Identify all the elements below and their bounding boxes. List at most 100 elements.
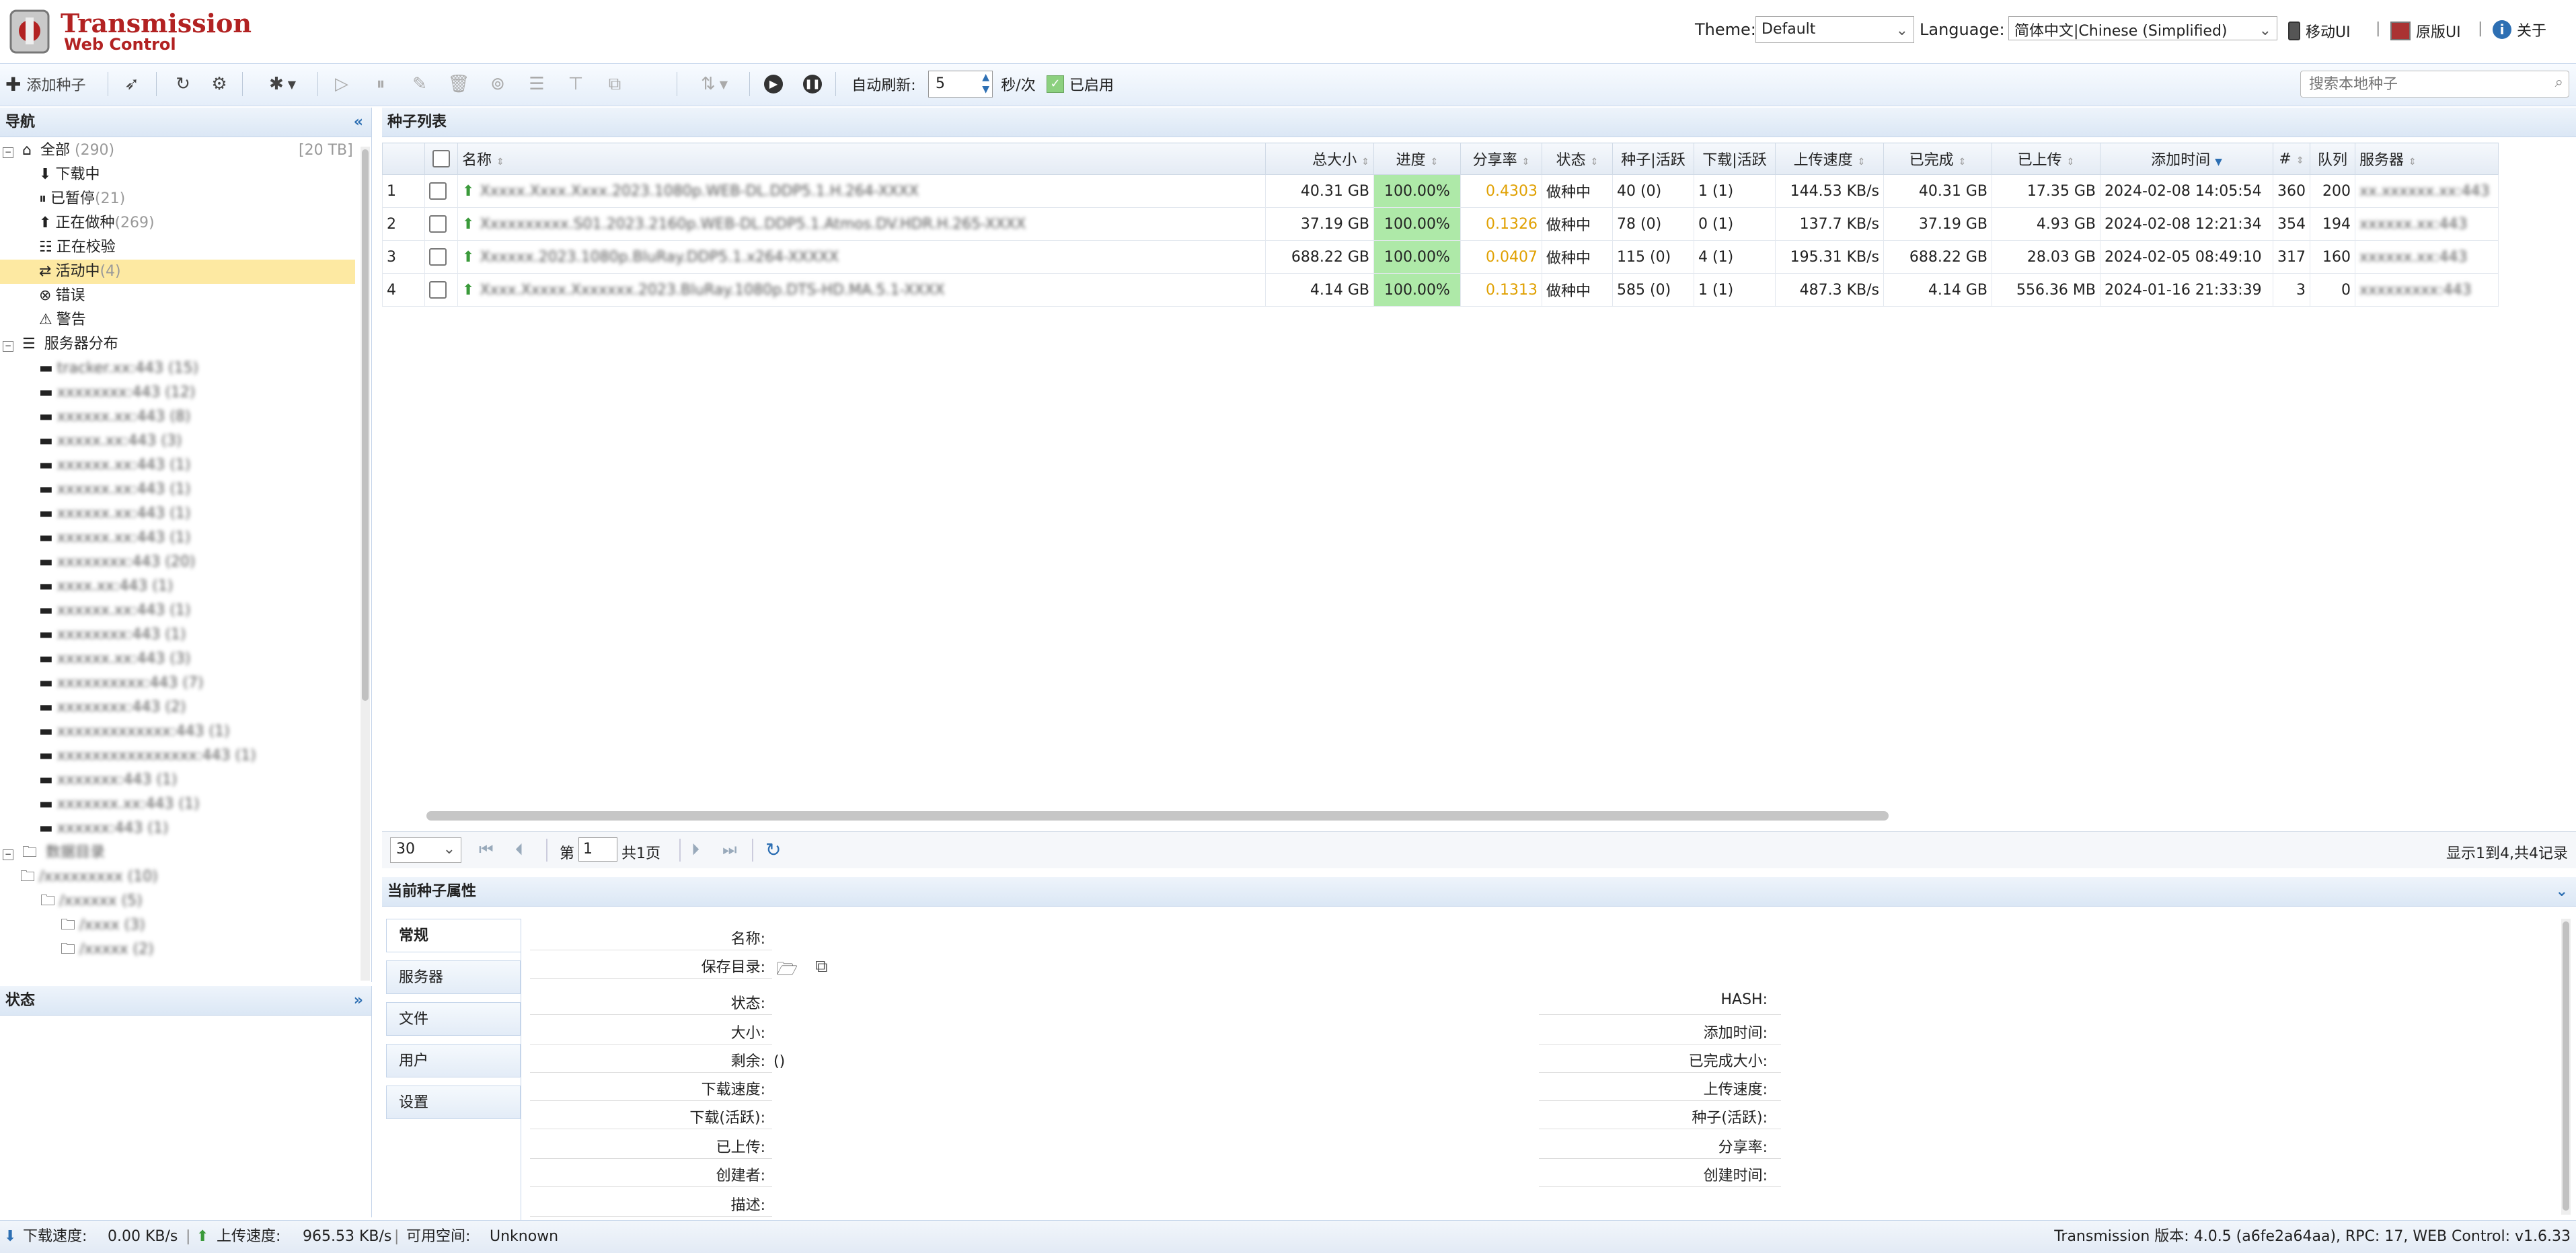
refresh-interval-input[interactable]: 5 ▲ ▼ (928, 71, 993, 98)
copy-icon[interactable]: ⧉ (601, 71, 628, 98)
nav-folder-item[interactable]: 🗀/xxxx (3) (61, 913, 145, 938)
nav-item-error[interactable]: ⊗ 错误 (39, 284, 85, 308)
original-ui-link[interactable]: 原版UI (2390, 20, 2461, 42)
trash-icon[interactable]: 🗑 (445, 71, 472, 98)
tab-general[interactable]: 常规 (386, 919, 521, 952)
row-checkbox[interactable] (424, 207, 458, 241)
table-row[interactable]: 3 ⬆ Xxxxxx.2023.1080p.BluRay.DDP5.1.x264-X… (382, 240, 2499, 274)
pause-icon[interactable]: ⏸ (367, 71, 394, 98)
collapse-icon[interactable]: − (3, 147, 13, 158)
nav-item-seeding[interactable]: ⬆ 正在做种(269) (39, 211, 155, 235)
nav-scrollbar[interactable] (361, 147, 370, 981)
theme-select[interactable]: Default ⌄ (1755, 16, 1914, 43)
first-page-icon[interactable]: ⏮ (479, 840, 494, 859)
reload-icon[interactable]: ↻ (765, 839, 781, 861)
column-header-upload-speed[interactable]: 上传速度 ⇕ (1775, 143, 1884, 175)
horizontal-scrollbar-thumb[interactable] (426, 811, 1889, 821)
next-page-icon[interactable]: ⏵ (691, 840, 699, 859)
column-header-number[interactable]: # ⇕ (2273, 143, 2310, 175)
row-select-checkbox[interactable] (429, 215, 447, 233)
nav-server-item[interactable]: ▬ xxxxxxxxxx:443 (7) (39, 671, 204, 695)
column-header-peers[interactable]: 下载|活跃 (1694, 143, 1776, 175)
page-size-select[interactable]: 30 ⌄ (390, 837, 461, 863)
nav-server-item[interactable]: ▬ xxxxxxx:443 (1) (39, 768, 178, 792)
nav-folders-group[interactable]: − 🗀 数据目录 (0, 841, 105, 865)
column-header-added[interactable]: 添加时间 ▼ (2100, 143, 2273, 175)
nav-server-item[interactable]: ▬ xxxxxxxx:443 (20) (39, 550, 196, 574)
table-row[interactable]: 1 ⬆ Xxxxx.Xxxx.Xxxx.2023.1080p.WEB-DL.DDP5… (382, 174, 2499, 208)
row-checkbox[interactable] (424, 174, 458, 208)
rocket-icon[interactable]: ➶ (118, 71, 145, 98)
nav-item-active[interactable]: ⇄ 活动中(4) (0, 260, 355, 284)
page-number-input[interactable]: 1 (578, 837, 617, 862)
open-folder-icon[interactable]: 🗁 (776, 956, 798, 986)
nav-server-item[interactable]: ▬ xxxxxx.xx:443 (8) (39, 405, 191, 429)
column-header-size[interactable]: 总大小 ⇕ (1265, 143, 1374, 175)
nav-item-downloading[interactable]: ⬇ 下载中 (39, 163, 100, 187)
tab-settings[interactable]: 设置 (386, 1086, 521, 1119)
plugin-menu-button[interactable]: ✱ ▼ (256, 71, 309, 98)
collapse-left-icon[interactable]: « (354, 108, 363, 137)
tab-peers[interactable]: 用户 (386, 1044, 521, 1077)
nav-server-item[interactable]: ▬ xxxxxxxxxxxxxxxx:443 (1) (39, 744, 256, 768)
column-header-server[interactable]: 服务器 ⇕ (2355, 143, 2499, 175)
nav-server-item[interactable]: ▬ xxxxxx.xx:443 (1) (39, 453, 191, 478)
column-header-status[interactable]: 状态 ⇕ (1542, 143, 1613, 175)
select-all-checkbox[interactable] (432, 150, 450, 167)
rename-icon[interactable]: ✎ (406, 71, 433, 98)
nav-item-checking[interactable]: ☷ 正在校验 (39, 235, 116, 260)
expand-icon[interactable]: » (354, 986, 363, 1016)
row-select-checkbox[interactable] (429, 182, 447, 200)
nav-item-all[interactable]: − ⌂ 全部 (290) (0, 139, 114, 163)
refresh-icon[interactable]: ↻ (169, 71, 196, 98)
nav-item-paused[interactable]: ⏸ 已暂停(21) (39, 187, 125, 211)
column-header-name[interactable]: 名称 ⇕ (457, 143, 1266, 175)
search-input[interactable]: ⌕ (2300, 71, 2569, 98)
nav-server-item[interactable]: ▬ xxxxxx.xx:443 (1) (39, 599, 191, 623)
nav-server-item[interactable]: ▬ xxxxxxxx:443 (2) (39, 695, 186, 720)
pause-all-icon[interactable]: ❚❚ (799, 71, 826, 98)
last-page-icon[interactable]: ⏭ (722, 840, 737, 859)
nav-servers-group[interactable]: − ☰ 服务器分布 (0, 332, 118, 356)
nav-scrollbar-thumb[interactable] (362, 149, 369, 701)
start-all-icon[interactable]: ▶ (760, 71, 787, 98)
nav-item-warning[interactable]: ⚠ 警告 (39, 308, 86, 332)
column-header-seeds[interactable]: 种子|活跃 (1612, 143, 1694, 175)
nav-server-item[interactable]: ▬ xxxxxx.xx:443 (1) (39, 478, 191, 502)
nav-server-item[interactable]: ▬ xxxxxx.xx:443 (1) (39, 502, 191, 526)
about-link[interactable]: i 关于 (2493, 19, 2546, 40)
start-icon[interactable]: ▷ (328, 71, 355, 98)
nav-folder-item[interactable]: 🗀/xxxxxxxxx (10) (20, 865, 158, 889)
nav-server-item[interactable]: ▬ xxxxxxxxxxxxx:443 (1) (39, 720, 230, 744)
nav-server-item[interactable]: ▬ xxxxxx:443 (1) (39, 817, 168, 841)
column-header-progress[interactable]: 进度 ⇕ (1373, 143, 1461, 175)
column-header-uploaded[interactable]: 已上传 ⇕ (1992, 143, 2100, 175)
column-header-ratio[interactable]: 分享率 ⇕ (1460, 143, 1542, 175)
nav-folder-item[interactable]: 🗀/xxxxx (2) (61, 938, 154, 962)
collapse-icon[interactable]: − (3, 849, 13, 860)
row-checkbox[interactable] (424, 273, 458, 307)
row-select-checkbox[interactable] (429, 248, 447, 266)
copy-path-icon[interactable]: ⧉ (815, 956, 828, 977)
column-header-queue[interactable]: 队列 (2310, 143, 2355, 175)
add-torrent-button[interactable]: ✚ 添加种子 (5, 71, 100, 98)
move-icon[interactable]: ⊤ (562, 71, 589, 98)
search-field[interactable] (2308, 71, 2539, 97)
collapse-down-icon[interactable]: ⌄ (2556, 877, 2568, 907)
nav-server-item[interactable]: ▬ xxxxxx.xx:443 (3) (39, 647, 191, 671)
nav-folder-item[interactable]: 🗀/xxxxxx (5) (40, 889, 143, 913)
row-checkbox[interactable] (424, 240, 458, 274)
language-select[interactable]: 简体中文|Chinese (Simplified) ⌄ (2008, 16, 2277, 40)
row-select-checkbox[interactable] (429, 281, 447, 299)
prev-page-icon[interactable]: ⏴ (515, 840, 523, 859)
table-row[interactable]: 2 ⬆ Xxxxxxxxxx.S01.2023.2160p.WEB-DL.DDP5.… (382, 207, 2499, 241)
tab-files[interactable]: 文件 (386, 1002, 521, 1036)
nav-server-item[interactable]: ▬ xxxxxxxx:443 (1) (39, 623, 186, 647)
properties-scrollbar[interactable] (2561, 919, 2571, 1215)
properties-scrollbar-thumb[interactable] (2563, 921, 2569, 1211)
nav-server-item[interactable]: ▬ xxxxxx.xx:443 (1) (39, 526, 191, 550)
nav-server-item[interactable]: ▬ tracker.xx:443 (15) (39, 356, 198, 381)
auto-refresh-enabled-checkbox[interactable]: ✓ 已启用 (1047, 71, 1141, 98)
nav-server-item[interactable]: ▬ xxxxxxxx:443 (12) (39, 381, 196, 405)
reannounce-icon[interactable]: ⊚ (484, 71, 511, 98)
